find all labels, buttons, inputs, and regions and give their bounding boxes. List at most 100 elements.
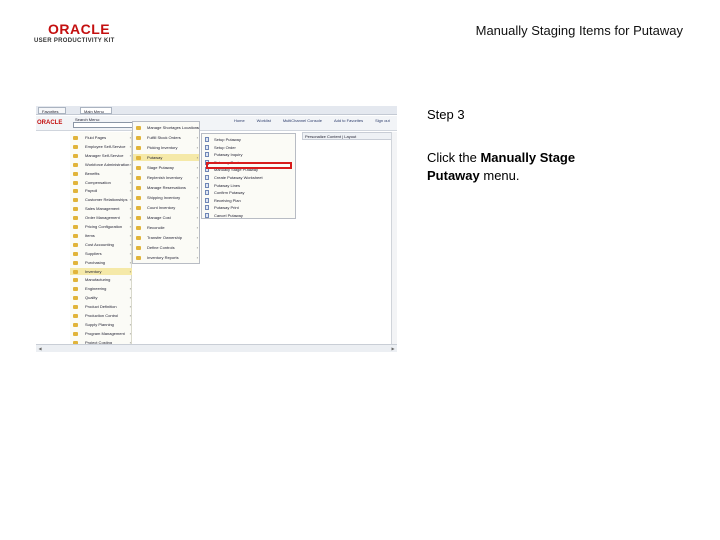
link-worklist[interactable]: Worklist	[257, 118, 271, 123]
folder-icon	[73, 136, 78, 140]
flyout-item-label: Shipping Inventory	[147, 195, 181, 200]
nav-item[interactable]: Employee Self-Service ›	[70, 143, 132, 150]
personalize-link[interactable]: Personalize Content | Layout	[305, 134, 356, 139]
nav-item-label: Program Management	[85, 330, 125, 336]
flyout-item[interactable]: Replenish Inventory ›	[133, 174, 199, 181]
folder-icon	[73, 153, 78, 158]
link-sign-out[interactable]: Sign out	[375, 118, 390, 123]
flyout-item[interactable]: Transfer Ownership ›	[133, 234, 199, 241]
nav-item[interactable]: Engineering ›	[70, 285, 132, 292]
oracle-upk-logo: ORACLE USER PRODUCTIVITY KIT	[34, 22, 130, 48]
chevron-right-icon: ›	[129, 259, 131, 265]
chevron-right-icon: ›	[129, 295, 131, 301]
nav-item[interactable]: Payroll ›	[70, 187, 132, 194]
nav-item[interactable]: Production Control ›	[70, 312, 132, 319]
nav-item[interactable]: Compensation ›	[70, 179, 132, 186]
logo-brand: ORACLE	[48, 21, 111, 37]
chevron-right-icon: ›	[129, 161, 131, 167]
chevron-right-icon: ›	[129, 330, 131, 336]
nav-item[interactable]: Pricing Configuration ›	[70, 223, 132, 230]
nav-item-label: Product Definition	[85, 304, 117, 310]
nav-item[interactable]: Inventory ›	[70, 267, 132, 275]
folder-icon	[136, 256, 141, 260]
flyout-item-label: Fulfill Stock Orders	[147, 135, 181, 140]
folder-icon	[73, 269, 78, 274]
scroll-right-icon[interactable]: ▶	[390, 346, 396, 351]
flyout-item[interactable]: Inventory Reports ›	[133, 254, 199, 261]
nav-item[interactable]: Benefits ›	[70, 170, 132, 177]
putaway-menu-item-label: Setup Putaway	[214, 137, 241, 142]
flyout-item-label: Count Inventory	[147, 205, 176, 210]
nav-item[interactable]: Purchasing ›	[70, 259, 132, 266]
nav-item-label: Inventory	[85, 268, 102, 274]
flyout-item[interactable]: Define Controls ›	[133, 244, 199, 251]
tab-main-menu[interactable]: Main Menu	[80, 107, 112, 114]
folder-icon	[73, 314, 78, 318]
nav-item-label: Sales Management	[85, 206, 120, 212]
flyout-item[interactable]: Putaway ›	[133, 154, 199, 161]
nav-item[interactable]: Items ›	[70, 232, 132, 239]
nav-item-label: Engineering	[85, 286, 107, 292]
page-icon	[205, 175, 209, 180]
chevron-right-icon: ›	[196, 185, 198, 190]
horizontal-scrollbar[interactable]: ◀ ▶	[36, 344, 397, 352]
flyout-item[interactable]: Shipping Inventory ›	[133, 194, 199, 201]
folder-icon	[136, 216, 141, 220]
scroll-left-icon[interactable]: ◀	[37, 346, 43, 351]
flyout-item[interactable]: Picking Inventory ›	[133, 144, 199, 151]
chevron-right-icon: ›	[196, 145, 198, 150]
putaway-menu-item[interactable]: Cancel Putaway	[202, 212, 295, 220]
putaway-menu-item-label: Putaway Inquiry	[214, 152, 243, 158]
folder-icon	[136, 126, 141, 130]
nav-item[interactable]: Cost Accounting ›	[70, 241, 132, 248]
folder-icon	[136, 176, 141, 180]
nav-item[interactable]: Manager Self-Service ›	[70, 152, 132, 159]
chevron-right-icon: ›	[196, 195, 198, 200]
flyout-item-label: Manage Reservations	[147, 185, 186, 190]
nav-item[interactable]: Product Definition ›	[70, 303, 132, 310]
flyout-item[interactable]: Manage Cost ›	[133, 214, 199, 221]
nav-item[interactable]: Order Management ›	[70, 214, 132, 221]
chevron-right-icon: ›	[129, 304, 131, 310]
page-icon	[205, 205, 209, 211]
nav-item[interactable]: Fluid Pages ›	[70, 134, 132, 141]
chevron-right-icon: ›	[196, 255, 198, 260]
flyout-item[interactable]: Manage Shortages Locations ›	[133, 124, 199, 131]
chevron-right-icon: ›	[129, 232, 131, 238]
folder-icon	[136, 186, 141, 190]
flyout-item[interactable]: Manage Reservations ›	[133, 184, 199, 191]
vertical-scrollbar[interactable]	[391, 132, 397, 344]
putaway-flyout: Setup Putaway Setup Order Putaway Inquiry P…	[201, 133, 296, 219]
header-links: Home Worklist MultiChannel Console Add to F…	[234, 118, 397, 124]
link-home[interactable]: Home	[234, 118, 245, 123]
flyout-item[interactable]: Stage Putaway ›	[133, 164, 199, 171]
nav-item-label: Employee Self-Service	[85, 143, 126, 149]
nav-item-label: Order Management	[85, 215, 120, 221]
folder-icon	[73, 322, 78, 327]
inventory-flyout: Manage Shortages Locations › Fulfill Stock…	[132, 121, 200, 264]
page-icon	[205, 152, 209, 158]
flyout-item[interactable]: Count Inventory ›	[133, 204, 199, 211]
flyout-item[interactable]: Fulfill Stock Orders ›	[133, 134, 199, 141]
nav-item-label: Fluid Pages	[85, 135, 107, 140]
nav-item[interactable]: Workforce Administration ›	[70, 161, 132, 168]
nav-item-label: Items	[85, 232, 95, 238]
nav-item[interactable]: Customer Relationships ›	[70, 196, 132, 203]
flyout-item-label: Transfer Ownership	[147, 235, 182, 240]
link-multichannel[interactable]: MultiChannel Console	[283, 118, 322, 123]
tab-favorites[interactable]: Favorites	[38, 107, 66, 114]
nav-item[interactable]: Supply Planning ›	[70, 321, 132, 328]
nav-item[interactable]: Program Management ›	[70, 330, 132, 337]
link-favorites[interactable]: Add to Favorites	[334, 118, 363, 123]
flyout-item-label: Define Controls	[147, 245, 175, 250]
nav-item[interactable]: Suppliers ›	[70, 250, 132, 257]
nav-item[interactable]: Sales Management ›	[70, 205, 132, 212]
flyout-item[interactable]: Reconcile ›	[133, 224, 199, 231]
chevron-right-icon: ›	[129, 321, 131, 327]
folder-icon	[136, 236, 141, 240]
chevron-right-icon: ›	[129, 268, 131, 274]
page-icon	[205, 182, 209, 188]
chevron-right-icon: ›	[129, 241, 131, 247]
nav-item[interactable]: Quality ›	[70, 294, 132, 301]
nav-item[interactable]: Manufacturing ›	[70, 276, 132, 283]
